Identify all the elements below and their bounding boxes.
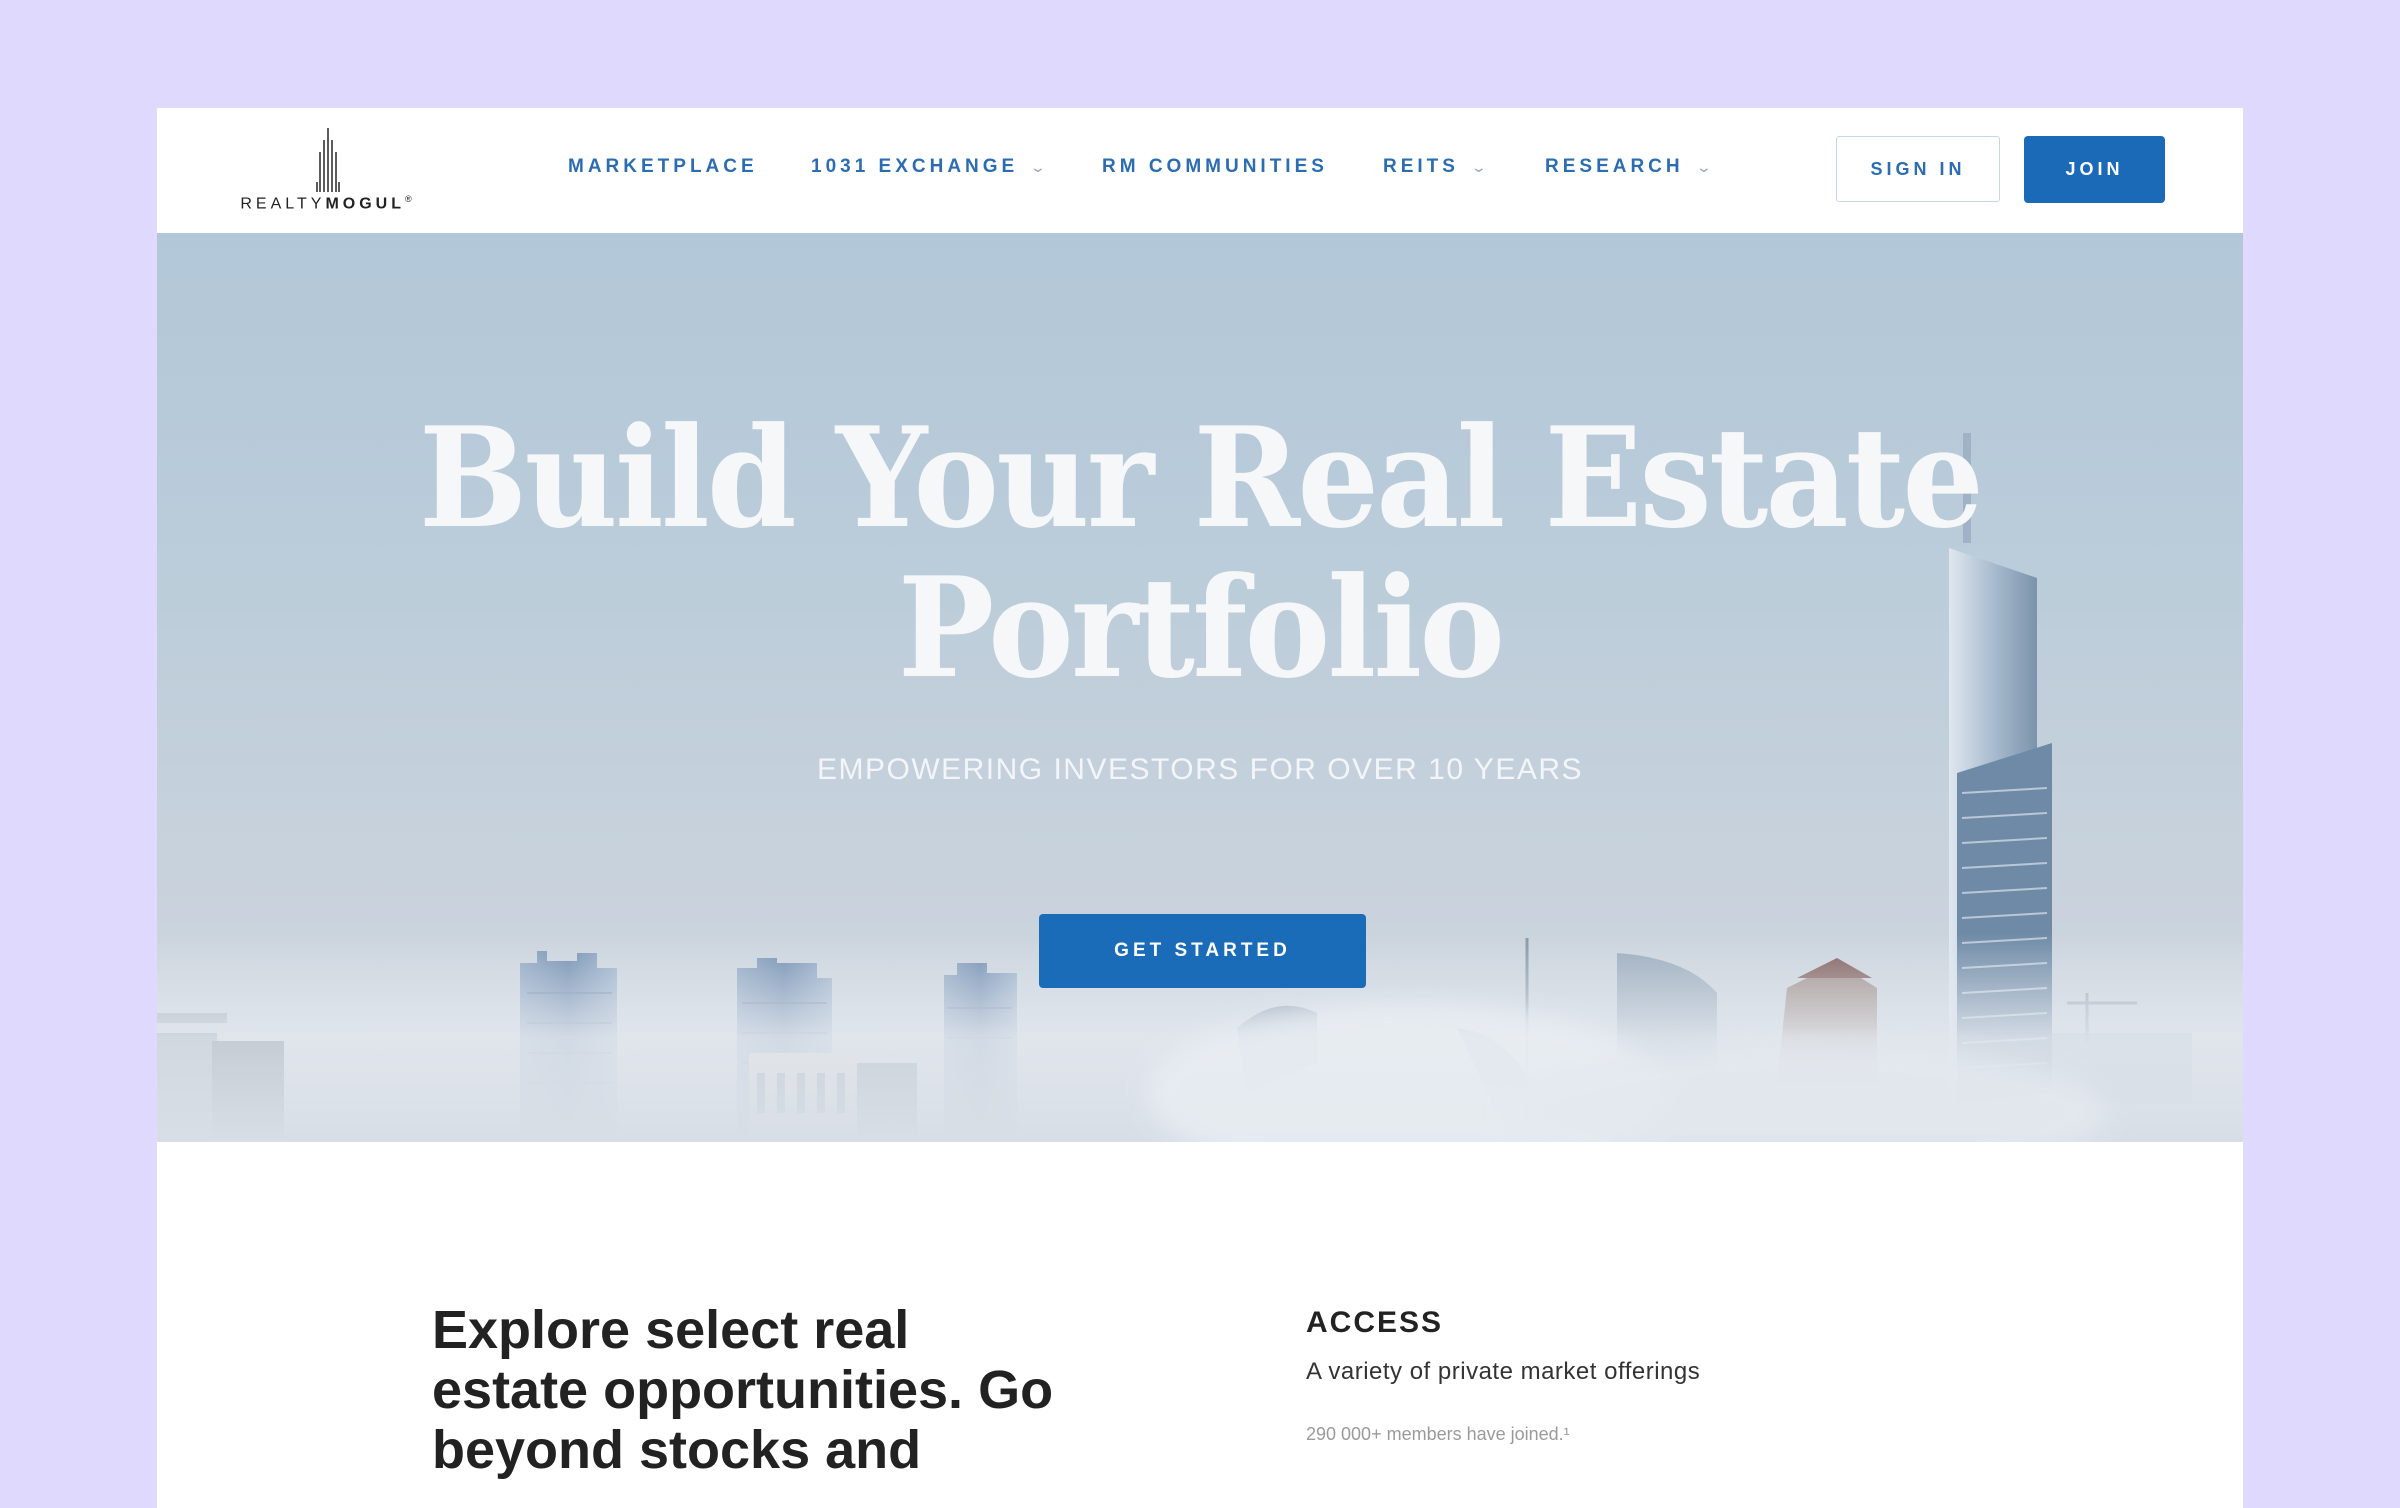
nav-reits[interactable]: REITS ⌄ (1383, 156, 1488, 178)
join-button[interactable]: JOIN (2024, 136, 2165, 203)
hero-subtitle: EMPOWERING INVESTORS FOR OVER 10 YEARS (816, 753, 1584, 786)
top-nav: REALTYMOGUL® MARKETPLACE 1031 EXCHANGE ⌄ … (157, 108, 2243, 234)
chevron-down-icon: ⌄ (1470, 159, 1488, 175)
get-started-button[interactable]: GET STARTED (1039, 914, 1366, 988)
intro-headline: Explore select real estate opportunities… (432, 1300, 1054, 1480)
hero-title: Build Your Real Estate Portfolio (418, 396, 1984, 709)
sign-in-button[interactable]: SIGN IN (1836, 136, 2000, 202)
hero-section: Build Your Real Estate Portfolio EMPOWER… (157, 233, 2243, 1142)
chevron-down-icon: ⌄ (1695, 159, 1712, 175)
nav-research[interactable]: RESEARCH ⌄ (1545, 156, 1712, 178)
logo[interactable]: REALTYMOGUL® (237, 126, 419, 226)
nav-rm-communities[interactable]: RM COMMUNITIES (1102, 156, 1328, 178)
access-description: A variety of private market offerings (1306, 1358, 1701, 1385)
logo-wordmark: REALTYMOGUL® (240, 194, 416, 213)
chevron-down-icon: ⌄ (1029, 159, 1047, 175)
page-card: REALTYMOGUL® MARKETPLACE 1031 EXCHANGE ⌄ … (157, 108, 2243, 1508)
skyscraper-logo-icon (316, 128, 340, 192)
nav-marketplace[interactable]: MARKETPLACE (568, 156, 758, 178)
access-heading: ACCESS (1306, 1306, 1444, 1339)
members-note: 290 000+ members have joined.¹ (1306, 1424, 1570, 1444)
nav-1031-exchange[interactable]: 1031 EXCHANGE ⌄ (811, 156, 1047, 178)
